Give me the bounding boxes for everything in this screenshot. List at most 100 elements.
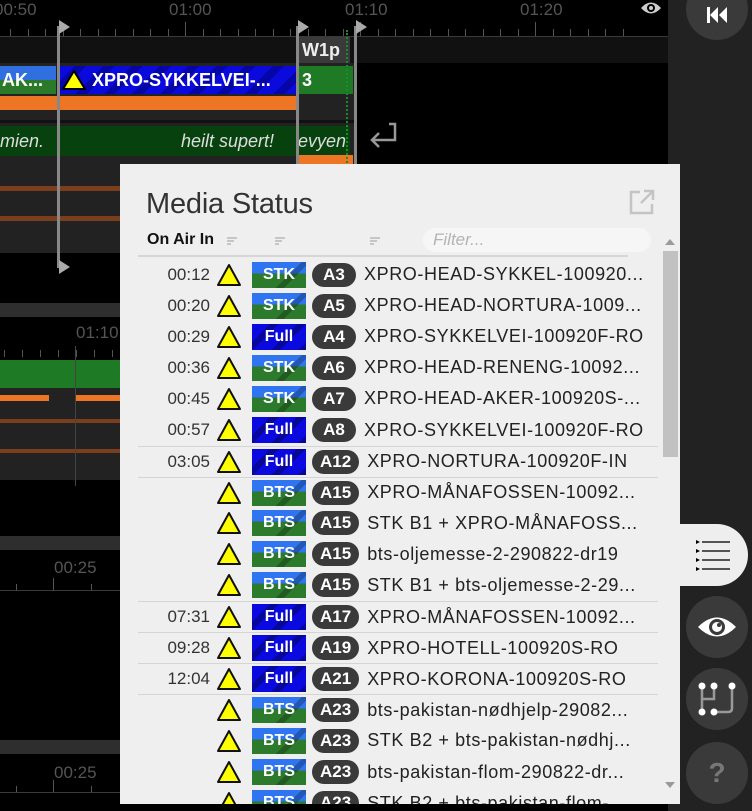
- audio-bar: [0, 395, 49, 401]
- marker-flag[interactable]: [59, 260, 70, 274]
- media-name: STK B2 + bts-pakistan-nødhj...: [367, 730, 631, 751]
- switchboard-button[interactable]: [686, 668, 748, 730]
- list-item[interactable]: BTS A23 bts-pakistan-nødhjelp-29082...: [138, 694, 658, 725]
- list-item[interactable]: 00:45 STK A7 XPRO-HEAD-AKER-100920S-...: [138, 383, 658, 414]
- media-name: XPRO-HOTELL-100920S-RO: [367, 637, 619, 658]
- eye-icon[interactable]: [640, 0, 662, 16]
- media-name: bts-oljemesse-2-290822-dr19: [367, 543, 619, 564]
- list-item[interactable]: BTS A23 STK B2 + bts-pakistan-flom-...: [138, 788, 658, 804]
- media-name: XPRO-HEAD-NORTURA-1009...: [364, 295, 642, 316]
- list-item[interactable]: BTS A15 bts-oljemesse-2-290822-dr19: [138, 539, 658, 570]
- marker-flag[interactable]: [298, 20, 309, 34]
- marker-flag[interactable]: [356, 20, 367, 34]
- media-name: bts-pakistan-flom-290822-dr...: [367, 761, 625, 782]
- track-line: [0, 419, 120, 423]
- list-item[interactable]: 00:12 STK A3 XPRO-HEAD-SYKKEL-100920...: [138, 259, 658, 290]
- source-type-badge: STK: [252, 385, 306, 412]
- scroll-up-arrow[interactable]: [665, 239, 675, 245]
- scrollbar[interactable]: [662, 236, 678, 802]
- sort-icon[interactable]: [370, 237, 380, 245]
- filter-input[interactable]: [423, 228, 651, 252]
- cursor-line: [346, 30, 348, 166]
- media-list: 00:12 STK A3 XPRO-HEAD-SYKKEL-100920... 00:2…: [138, 259, 658, 804]
- list-item[interactable]: 00:36 STK A6 XPRO-HEAD-RENENG-10092...: [138, 352, 658, 383]
- track-line: [0, 216, 120, 221]
- warning-icon: [221, 792, 237, 804]
- tick: [587, 29, 589, 36]
- list-item[interactable]: 12:04 Full A21 XPRO-KORONA-100920S-RO: [138, 663, 658, 694]
- list-item[interactable]: BTS A15 STK B1 + XPRO-MÅNAFOSS...: [138, 508, 658, 539]
- story-id-pill: A8: [312, 418, 356, 443]
- media-name: XPRO-HEAD-SYKKEL-100920...: [364, 264, 644, 285]
- story-id-pill: A15: [312, 480, 360, 505]
- list-item[interactable]: 09:28 Full A19 XPRO-HOTELL-100920S-RO: [138, 632, 658, 663]
- tick: [115, 29, 116, 36]
- ruler-label: 00:25: [54, 763, 97, 782]
- marker-line[interactable]: [354, 26, 357, 166]
- story-id-pill: A17: [312, 605, 360, 630]
- marker-line[interactable]: [57, 26, 60, 268]
- warning-icon: [217, 637, 241, 660]
- list-item[interactable]: BTS A23 bts-pakistan-flom-290822-dr...: [138, 757, 658, 788]
- list-item[interactable]: BTS A15 XPRO-MÅNAFOSSEN-10092...: [138, 476, 658, 508]
- help-button[interactable]: ?: [686, 742, 748, 804]
- on-air-time: 00:45: [167, 388, 210, 408]
- clip-stk[interactable]: AK...: [0, 66, 56, 94]
- marker-flag[interactable]: [59, 20, 70, 34]
- warning-icon: [217, 450, 241, 473]
- preview-button[interactable]: [686, 596, 748, 658]
- tick: [45, 29, 46, 36]
- list-item[interactable]: 07:31 Full A17 XPRO-MÅNAFOSSEN-10092...: [138, 601, 658, 632]
- story-id-pill: A15: [312, 511, 360, 536]
- script-text: heilt supert!: [181, 130, 275, 151]
- on-air-time: 09:28: [167, 638, 210, 658]
- ruler-label: 01:20: [520, 0, 563, 19]
- warning-icon: [217, 325, 241, 348]
- tick: [58, 350, 59, 357]
- return-icon[interactable]: [367, 120, 399, 150]
- tick: [40, 350, 41, 357]
- list-item[interactable]: 00:29 Full A4 XPRO-SYKKELVEI-100920F-RO: [138, 321, 658, 352]
- on-air-time: 00:29: [167, 326, 210, 346]
- clip-label: 3: [302, 69, 313, 90]
- tick: [10, 29, 11, 36]
- source-type-badge: STK: [252, 292, 306, 319]
- ruler-label: 00:50: [0, 0, 37, 19]
- sort-icon[interactable]: [275, 237, 285, 245]
- story-id-pill: A6: [312, 355, 356, 380]
- clip-green[interactable]: [0, 360, 120, 388]
- scroll-down-arrow[interactable]: [665, 782, 675, 788]
- story-id-pill: A23: [312, 728, 360, 753]
- warning-icon: [217, 356, 241, 379]
- warning-icon: [217, 263, 241, 286]
- media-name: XPRO-SYKKELVEI-100920F-RO: [364, 326, 644, 347]
- source-type-badge: Full: [252, 417, 306, 444]
- audio-bar: [75, 395, 120, 401]
- marker-line[interactable]: [296, 26, 299, 166]
- script-text: evyen: [298, 130, 347, 151]
- source-type-badge: Full: [252, 635, 306, 662]
- media-name: XPRO-KORONA-100920S-RO: [367, 668, 627, 689]
- clip-full[interactable]: XPRO-SYKKELVEI-...: [58, 66, 296, 94]
- tick: [132, 29, 134, 36]
- track-line: [0, 186, 120, 191]
- tick: [272, 29, 274, 36]
- column-header-on-air-in[interactable]: On Air In: [147, 231, 214, 249]
- list-item[interactable]: 00:57 Full A8 XPRO-SYKKELVEI-100920F-RO: [138, 414, 658, 445]
- clip-green[interactable]: 3: [298, 66, 353, 94]
- source-type-badge: STK: [252, 354, 306, 381]
- tick: [22, 350, 23, 357]
- list-item[interactable]: BTS A23 STK B2 + bts-pakistan-nødhj...: [138, 725, 658, 756]
- scroll-thumb[interactable]: [663, 251, 678, 457]
- list-item[interactable]: BTS A15 STK B1 + bts-oljemesse-2-29...: [138, 570, 658, 601]
- on-air-time: 12:04: [167, 669, 210, 689]
- tick: [465, 29, 466, 36]
- sort-icon[interactable]: [227, 237, 237, 245]
- media-status-tab[interactable]: [680, 524, 748, 586]
- list-item[interactable]: 03:05 Full A12 XPRO-NORTURA-100920F-IN: [138, 445, 658, 477]
- list-item[interactable]: 00:20 STK A5 XPRO-HEAD-NORTURA-1009...: [138, 290, 658, 321]
- warning-icon: [62, 70, 86, 90]
- popout-icon[interactable]: [628, 188, 656, 216]
- media-name: STK B1 + bts-oljemesse-2-29...: [367, 574, 636, 595]
- tick: [482, 29, 484, 36]
